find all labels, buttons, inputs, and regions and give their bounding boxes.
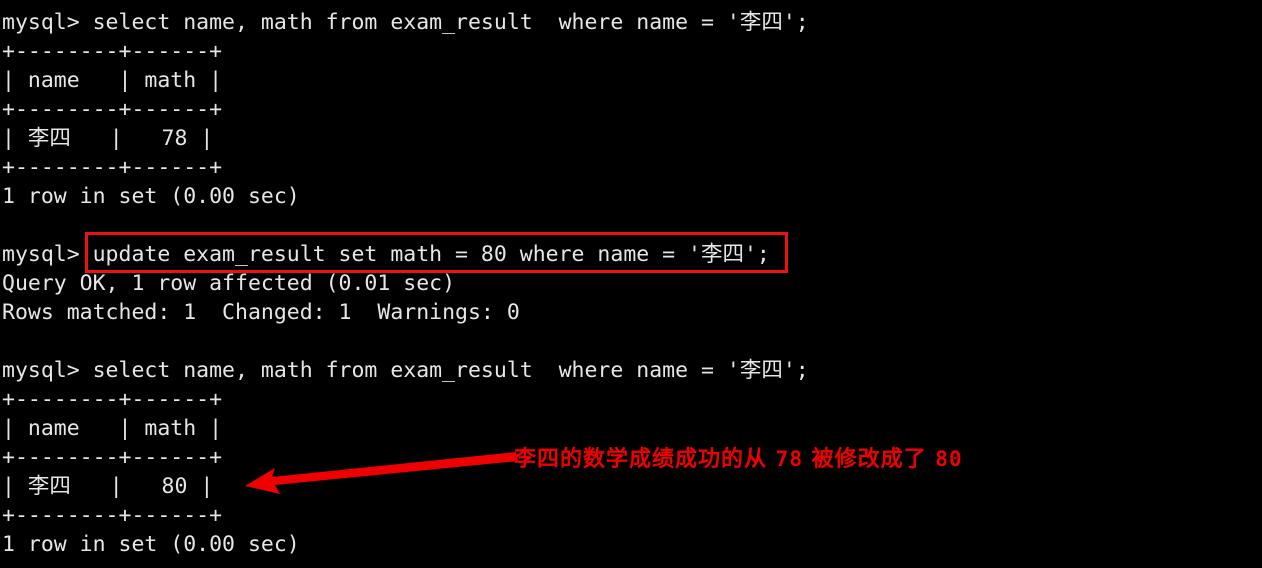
terminal-line: Rows matched: 1 Changed: 1 Warnings: 0: [2, 300, 520, 325]
annotation-text-part2: 被修改成了: [802, 447, 936, 472]
terminal-line: +--------+------+: [2, 387, 223, 412]
terminal-line: | 李四 | 80 |: [2, 474, 214, 499]
terminal-line: +--------+------+: [2, 155, 223, 180]
terminal-line: | 李四 | 78 |: [2, 126, 214, 151]
terminal-line: | name | math |: [2, 68, 223, 93]
annotation-text-part1: 李四的数学成绩成功的从: [514, 447, 776, 472]
terminal-line: Query OK, 1 row affected (0.01 sec): [2, 271, 456, 296]
terminal-line: 1 row in set (0.00 sec): [2, 184, 300, 209]
annotation-note: 李四的数学成绩成功的从 78 被修改成了 80: [514, 444, 963, 475]
terminal-line: mysql> select name, math from exam_resul…: [2, 358, 809, 383]
terminal-line: 1 row in set (0.00 sec): [2, 532, 300, 557]
annotation-old-value: 78: [775, 447, 803, 471]
terminal-line: +--------+------+: [2, 39, 223, 64]
terminal-line: mysql> select name, math from exam_resul…: [2, 10, 809, 35]
annotation-new-value: 80: [935, 447, 963, 471]
terminal-window[interactable]: mysql> select name, math from exam_resul…: [0, 0, 1262, 568]
terminal-line: +--------+------+: [2, 97, 223, 122]
terminal-line: | name | math |: [2, 416, 223, 441]
terminal-line: +--------+------+: [2, 503, 223, 528]
terminal-line-update-query: mysql> update exam_result set math = 80 …: [2, 242, 770, 267]
terminal-line: +--------+------+: [2, 445, 223, 470]
